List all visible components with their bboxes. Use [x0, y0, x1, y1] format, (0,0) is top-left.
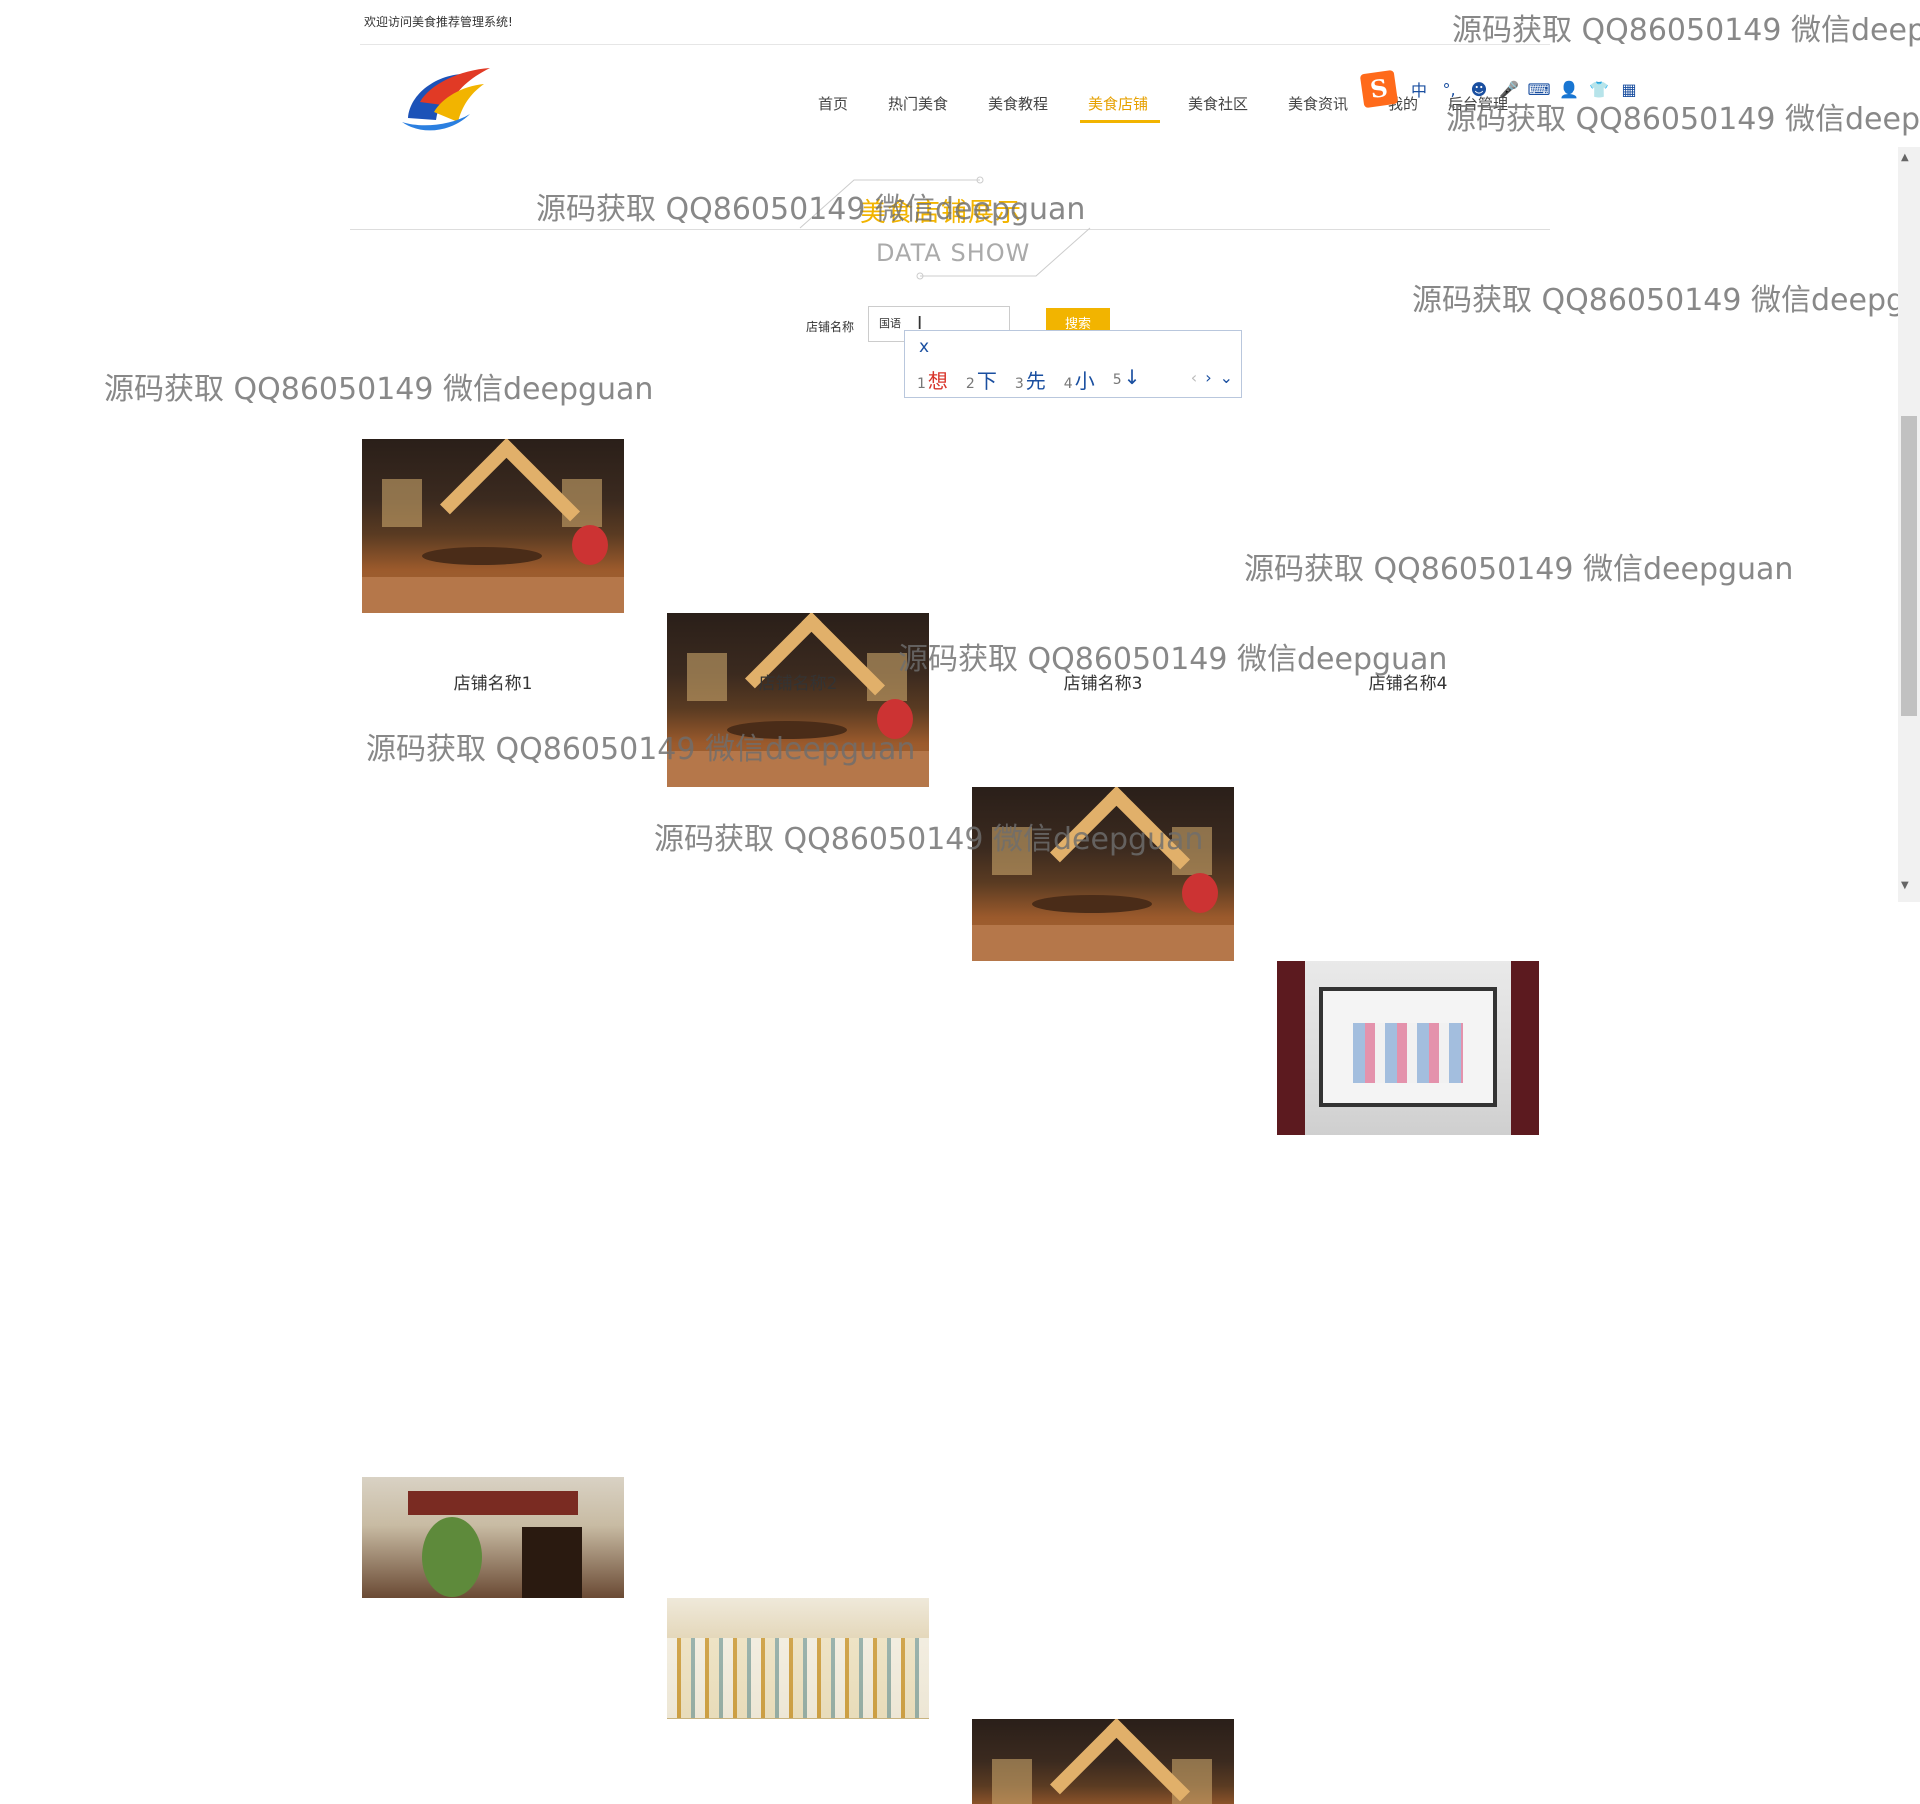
ime-candidate[interactable]: 1想	[917, 365, 948, 394]
shop-image[interactable]	[362, 439, 624, 613]
nav-shops[interactable]: 美食店铺	[1088, 93, 1148, 114]
watermark: 源码获取 QQ86050149 微信deepguan	[1244, 552, 1794, 587]
shop-name[interactable]: 店铺名称2	[667, 669, 929, 694]
shop-name[interactable]: 店铺名称1	[362, 669, 624, 694]
watermark: 源码获取 QQ86050149 微信deepguan	[654, 822, 1204, 857]
sogou-logo-icon[interactable]: S	[1359, 69, 1399, 109]
ime-candidate-window: x 1想 2下 3先 4小 5 ↓ ‹ › ⌄	[904, 330, 1242, 398]
shop-image[interactable]	[362, 1477, 624, 1598]
watermark: 源码获取 QQ86050149 微信deepguan	[366, 732, 916, 767]
search-label: 店铺名称	[806, 320, 855, 334]
nav-home[interactable]: 首页	[818, 93, 848, 114]
section-subtitle: DATA SHOW	[876, 239, 1031, 267]
nav-tutorials[interactable]: 美食教程	[988, 93, 1048, 114]
nav-news[interactable]: 美食资讯	[1288, 93, 1348, 114]
top-divider	[360, 44, 1550, 45]
watermark: 源码获取 QQ86050149 微信deepguan	[1446, 102, 1920, 137]
next-page-icon[interactable]: ›	[1205, 368, 1211, 387]
ime-candidate[interactable]: 3先	[1015, 365, 1046, 394]
watermark: 源码获取 QQ86050149 微信deepguan	[898, 642, 1448, 677]
shop-image[interactable]	[972, 1719, 1234, 1804]
ime-composition: x	[919, 337, 930, 357]
watermark: 源码获取 QQ86050149 微信deepguan	[1412, 283, 1920, 318]
ime-candidate[interactable]: 2下	[966, 365, 997, 394]
shop-image[interactable]	[667, 1598, 929, 1719]
watermark: 源码获取 QQ86050149 微信deepguan	[1452, 13, 1920, 48]
ime-page-nav: ‹ › ⌄	[1191, 368, 1233, 387]
nav-hot-food[interactable]: 热门美食	[888, 93, 948, 114]
prev-page-icon[interactable]: ‹	[1191, 368, 1197, 387]
welcome-text: 欢迎访问美食推荐管理系统!	[364, 15, 513, 29]
ime-lang-toggle[interactable]: 中	[1404, 77, 1434, 101]
scroll-up-icon[interactable]: ▲	[1901, 152, 1909, 163]
site-logo[interactable]	[400, 62, 496, 134]
ime-candidate[interactable]: 5 ↓	[1113, 365, 1141, 394]
watermark: 源码获取 QQ86050149 微信deepguan	[104, 372, 654, 407]
scroll-down-icon[interactable]: ▼	[1901, 880, 1909, 891]
nav-community[interactable]: 美食社区	[1188, 93, 1248, 114]
watermark: 源码获取 QQ86050149 微信deepguan	[536, 192, 1086, 227]
scrollbar-thumb[interactable]	[1901, 416, 1917, 716]
shop-image[interactable]	[1277, 961, 1539, 1135]
ime-candidate-list: 1想 2下 3先 4小 5 ↓	[917, 365, 1140, 394]
ime-candidate[interactable]: 4小	[1064, 365, 1095, 394]
expand-icon[interactable]: ⌄	[1220, 368, 1233, 387]
nav-active-indicator	[1080, 120, 1160, 123]
